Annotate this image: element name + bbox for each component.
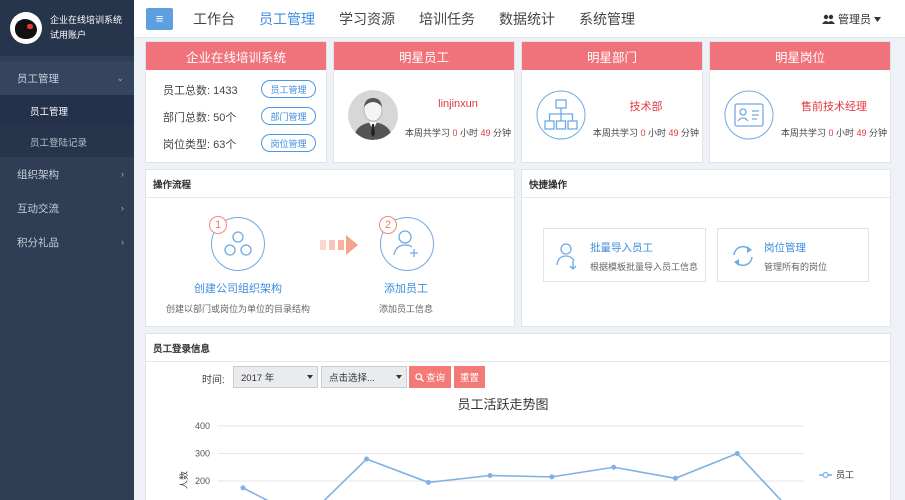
id-card-icon xyxy=(724,90,774,140)
star-department-card: 明星部门 技术部 本周共学习 0 小时 49 分钟 xyxy=(521,41,703,163)
system-card-title: 企业在线培训系统 xyxy=(146,42,326,70)
search-icon xyxy=(415,372,424,382)
sidebar-sub-label: 员工登陆记录 xyxy=(30,137,88,149)
chevron-right-icon: › xyxy=(121,237,124,247)
step-desc-2: 添加员工信息 xyxy=(378,304,433,314)
sidebar-item-label: 积分礼品 xyxy=(17,236,59,249)
tab-training[interactable]: 培训任务 xyxy=(419,9,475,29)
star-post-header: 明星岗位 xyxy=(710,42,890,70)
caret-down-icon xyxy=(396,375,402,379)
sidebar-group-employee[interactable]: 员工管理 ⌄ xyxy=(0,61,134,95)
employee-count: 员工总数: 1433 xyxy=(163,85,238,97)
data-point[interactable] xyxy=(364,456,370,462)
data-point[interactable] xyxy=(549,474,555,480)
user-avatar-icon xyxy=(348,90,398,140)
tab-resources[interactable]: 学习资源 xyxy=(339,9,395,29)
sidebar-item-points[interactable]: 积分礼品 › xyxy=(0,225,134,259)
post-manage-quick-button[interactable]: 岗位管理 管理所有的岗位 xyxy=(717,228,869,282)
sidebar-sub-login-record[interactable]: 员工登陆记录 xyxy=(0,126,134,157)
data-point[interactable] xyxy=(240,485,246,491)
sidebar-group-label: 员工管理 xyxy=(17,72,59,85)
star-department-header: 明星部门 xyxy=(522,42,702,70)
data-point[interactable] xyxy=(487,473,493,478)
caret-down-icon xyxy=(307,375,313,379)
login-info-panel: 员工登录信息 时间: 2017 年 点击选择... 查询 重置 400 300 20… xyxy=(145,333,891,500)
bulk-import-button[interactable]: 批量导入员工 根据模板批量导入员工信息 xyxy=(543,228,706,282)
chart-ylabel: 人数 xyxy=(178,471,189,489)
data-point[interactable] xyxy=(611,464,617,470)
step-title-1[interactable]: 创建公司组织架构 xyxy=(168,280,308,296)
chevron-right-icon: › xyxy=(121,203,124,213)
step-title-2[interactable]: 添加员工 xyxy=(346,280,466,296)
series-line-员工 xyxy=(242,452,782,500)
legend-label: 员工 xyxy=(836,470,854,480)
y-tick-label: 300 xyxy=(195,449,210,459)
import-user-icon xyxy=(556,243,577,270)
department-count: 部门总数: 50个 xyxy=(163,112,237,124)
post-manage-desc: 管理所有的岗位 xyxy=(764,262,828,272)
sidebar-item-label: 互动交流 xyxy=(17,202,59,215)
chart-legend: 员工 xyxy=(819,470,854,480)
operation-flow-title: 操作流程 xyxy=(146,170,514,198)
caret-down-icon xyxy=(874,16,881,22)
star-post-name: 售前技术经理 xyxy=(801,101,867,113)
y-tick-label: 200 xyxy=(195,476,210,486)
sidebar-item-org[interactable]: 组织架构 › xyxy=(0,157,134,191)
brand-title: 企业在线培训系统 xyxy=(50,15,123,25)
org-chart-icon xyxy=(536,90,586,140)
star-employee-name: linjinxun xyxy=(438,98,478,110)
sidebar-item-interact[interactable]: 互动交流 › xyxy=(0,191,134,225)
bulk-import-desc: 根据模板批量导入员工信息 xyxy=(590,262,699,272)
post-manage-button[interactable]: 岗位管理 xyxy=(261,134,316,152)
star-employee-card: 明星员工 linjinxun 本周共学习 0 小时 49 分钟 xyxy=(333,41,515,163)
star-post-desc: 本周共学习 0 小时 49 分钟 xyxy=(780,128,888,138)
sidebar-sub-label: 员工管理 xyxy=(30,106,69,118)
admin-label: 管理员 xyxy=(838,14,871,26)
data-point[interactable] xyxy=(672,475,678,481)
operation-flow-panel: 操作流程 1 创建公司组织架构 创建以部门或岗位为单位的目录结构 2 添加员工 … xyxy=(145,169,515,327)
star-post-card: 明星岗位 售前技术经理 本周共学习 0 小时 49 分钟 xyxy=(709,41,891,163)
logo xyxy=(10,12,42,44)
quick-ops-title: 快捷操作 xyxy=(522,170,890,198)
y-tick-label: 400 xyxy=(195,421,210,431)
department-manage-button[interactable]: 部门管理 xyxy=(261,107,316,125)
employee-manage-button[interactable]: 员工管理 xyxy=(261,80,316,98)
bulk-import-title: 批量导入员工 xyxy=(590,242,653,254)
chevron-down-icon: ⌄ xyxy=(116,72,124,83)
star-department-name: 技术部 xyxy=(629,101,663,113)
data-point[interactable] xyxy=(734,451,740,456)
step-number-1: 1 xyxy=(209,216,227,234)
refresh-icon xyxy=(733,245,753,267)
sidebar: 企业在线培训系统 试用账户 员工管理 ⌄ 员工管理 员工登陆记录 组织架构 › … xyxy=(0,0,134,500)
tab-employee[interactable]: 员工管理 xyxy=(259,9,315,29)
star-department-desc: 本周共学习 0 小时 49 分钟 xyxy=(592,128,700,138)
employee-activity-chart: 400 300 200 员工活跃走势图 人数 员工 xyxy=(178,397,854,500)
tab-workbench[interactable]: 工作台 xyxy=(193,9,235,29)
tab-system[interactable]: 系统管理 xyxy=(579,9,635,29)
sidebar-item-label: 组织架构 xyxy=(17,168,59,181)
topbar: ≡ 工作台 员工管理 学习资源 培训任务 数据统计 系统管理 管理员 xyxy=(134,0,905,38)
post-count: 岗位类型: 63个 xyxy=(163,139,237,151)
system-summary-card: 企业在线培训系统 员工总数: 1433 员工管理 部门总数: 50个 部门管理 … xyxy=(145,41,327,163)
star-employee-header: 明星员工 xyxy=(334,42,514,70)
data-point[interactable] xyxy=(425,479,431,485)
step-desc-1: 创建以部门或岗位为单位的目录结构 xyxy=(165,304,310,314)
step-number-2: 2 xyxy=(379,216,397,234)
hamburger-icon: ≡ xyxy=(155,11,164,26)
post-manage-title: 岗位管理 xyxy=(764,242,806,254)
chart-title: 员工活跃走势图 xyxy=(457,397,548,412)
tab-stats[interactable]: 数据统计 xyxy=(499,9,555,29)
account-type: 试用账户 xyxy=(50,30,87,40)
quick-ops-panel: 快捷操作 批量导入员工 根据模板批量导入员工信息 岗位管理 管理所有的岗位 xyxy=(521,169,891,327)
users-icon xyxy=(822,14,835,24)
menu-toggle-button[interactable]: ≡ xyxy=(146,7,173,30)
brand: 企业在线培训系统 试用账户 xyxy=(0,0,134,56)
admin-menu[interactable]: 管理员 xyxy=(822,11,881,27)
sidebar-sub-employee-manage[interactable]: 员工管理 xyxy=(0,95,134,126)
star-employee-desc: 本周共学习 0 小时 49 分钟 xyxy=(404,128,512,138)
flow-arrow-icon xyxy=(320,235,358,255)
chevron-right-icon: › xyxy=(121,169,124,179)
login-info-title: 员工登录信息 xyxy=(146,334,890,362)
